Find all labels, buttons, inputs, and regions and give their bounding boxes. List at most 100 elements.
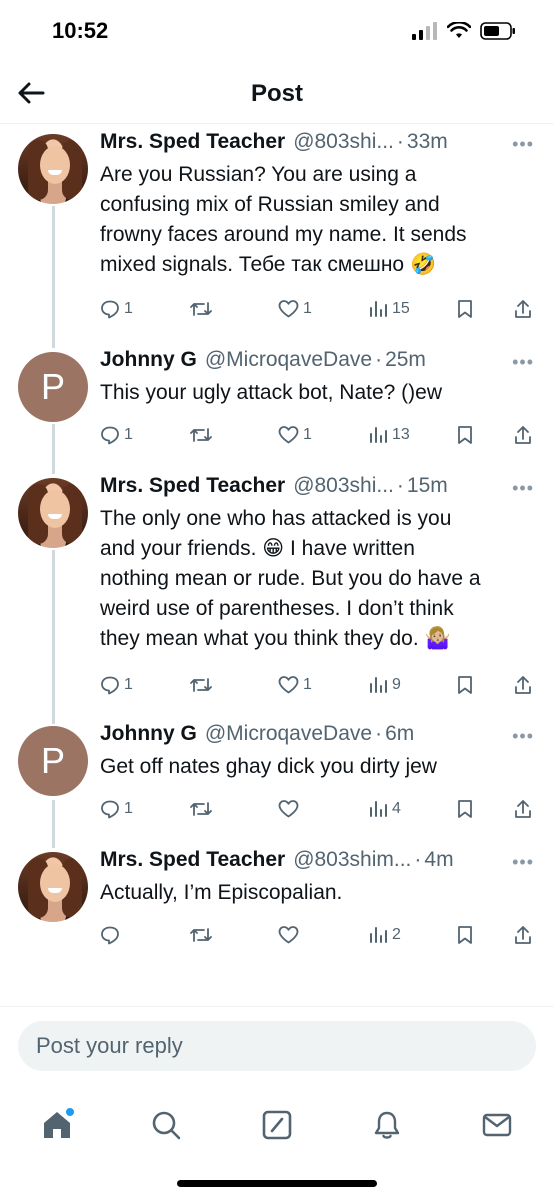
reply-button[interactable]: 1 [100,422,133,448]
like-button[interactable]: 1 [278,296,312,322]
reply-button[interactable]: 1 [100,296,133,322]
thread-line [52,550,55,724]
author-handle[interactable]: @MicroqaveDave [205,348,372,372]
author-handle[interactable]: @803shi... [293,130,394,154]
repost-button[interactable] [190,922,216,948]
share-icon [515,676,531,694]
share-button[interactable] [514,672,532,698]
tweet-time[interactable]: 6m [385,722,414,746]
share-button[interactable] [514,796,532,822]
avatar[interactable] [18,852,88,922]
views-icon [370,427,387,443]
repost-button[interactable] [190,672,216,698]
repost-button[interactable] [190,796,216,822]
bookmark-button[interactable] [456,422,474,448]
tweet-header: Mrs. Sped Teacher @803shim... · 4m [100,848,534,878]
share-button[interactable] [514,296,532,322]
tweet-actions: 1 1 15 [100,296,532,322]
author-name[interactable]: Mrs. Sped Teacher [100,848,285,872]
repost-icon [190,302,212,316]
like-button[interactable] [278,796,303,822]
tweet-text: The only one who has attacked is you and… [100,507,481,650]
views-button[interactable]: 9 [368,672,401,698]
reply-button[interactable]: 1 [100,796,133,822]
more-icon[interactable]: ••• [512,134,534,155]
author-handle[interactable]: @803shim... [293,848,411,872]
share-button[interactable] [514,922,532,948]
tweet-text: This your ugly attack bot, Nate? ()ew [100,381,442,404]
tweet[interactable]: Mrs. Sped Teacher @803shim... · 4m ••• A… [0,848,554,978]
avatar[interactable]: P [18,726,88,796]
views-count: 13 [392,426,410,443]
like-button[interactable] [278,922,303,948]
tab-notifications[interactable] [362,1100,412,1150]
share-button[interactable] [514,422,532,448]
reply-bar: Post your reply [0,1006,554,1090]
wifi-icon [447,22,471,38]
views-icon [370,677,387,693]
views-icon [370,927,387,943]
author-name[interactable]: Mrs. Sped Teacher [100,474,285,498]
tweet-header: Johnny G @MicroqaveDave · 25m [100,348,534,378]
tab-home[interactable] [32,1100,82,1150]
reply-count: 1 [124,426,133,443]
views-button[interactable]: 4 [368,796,401,822]
reply-icon [101,676,119,695]
more-icon[interactable]: ••• [512,352,534,373]
bookmark-icon [458,926,472,944]
notifications-icon [374,1111,400,1139]
views-button[interactable]: 15 [368,296,410,322]
tab-messages[interactable] [472,1100,522,1150]
separator: · [396,474,404,497]
tweet[interactable]: Mrs. Sped Teacher @803shi... · 15m ••• T… [0,474,554,724]
tweet-text: Actually, I’m Episcopalian. [100,881,343,904]
tweet[interactable]: Mrs. Sped Teacher @803shi... · 33m ••• A… [0,124,554,348]
tweet-time[interactable]: 4m [424,848,453,872]
separator: · [414,848,422,871]
bookmark-button[interactable] [456,796,474,822]
like-button[interactable]: 1 [278,422,312,448]
views-icon [370,301,387,317]
bookmark-button[interactable] [456,922,474,948]
heart-icon [278,426,299,444]
tab-search[interactable] [141,1100,191,1150]
thread-line [52,424,55,474]
tweet-time[interactable]: 25m [385,348,426,372]
like-count: 1 [303,676,312,693]
avatar[interactable] [18,134,88,204]
views-count: 2 [392,926,401,943]
author-handle[interactable]: @MicroqaveDave [205,722,372,746]
bookmark-icon [458,800,472,818]
share-icon [515,300,531,318]
views-button[interactable]: 13 [368,422,410,448]
thread-line [52,206,55,348]
repost-button[interactable] [190,422,216,448]
tweet[interactable]: P Johnny G @MicroqaveDave · 25m ••• This… [0,348,554,474]
views-button[interactable]: 2 [368,922,401,948]
author-handle[interactable]: @803shi... [293,474,394,498]
tweet-time[interactable]: 33m [407,130,448,154]
bookmark-button[interactable] [456,296,474,322]
tweet-time[interactable]: 15m [407,474,448,498]
heart-icon [278,926,299,944]
author-name[interactable]: Johnny G [100,722,197,746]
tweet[interactable]: P Johnny G @MicroqaveDave · 6m ••• Get o… [0,722,554,848]
reply-input[interactable]: Post your reply [18,1021,536,1071]
avatar[interactable] [18,478,88,548]
author-name[interactable]: Johnny G [100,348,197,372]
share-icon [515,426,531,444]
tweet-text: Are you Russian? You are using a confusi… [100,163,467,276]
more-icon[interactable]: ••• [512,726,534,747]
bookmark-button[interactable] [456,672,474,698]
tweet-text: Get off nates ghay dick you dirty jew [100,755,437,778]
more-icon[interactable]: ••• [512,478,534,499]
like-button[interactable]: 1 [278,672,312,698]
heart-icon [278,800,299,818]
reply-button[interactable]: 1 [100,672,133,698]
avatar[interactable]: P [18,352,88,422]
more-icon[interactable]: ••• [512,852,534,873]
repost-button[interactable] [190,296,216,322]
tab-grok[interactable] [252,1100,302,1150]
author-name[interactable]: Mrs. Sped Teacher [100,130,285,154]
reply-button[interactable] [100,922,124,948]
